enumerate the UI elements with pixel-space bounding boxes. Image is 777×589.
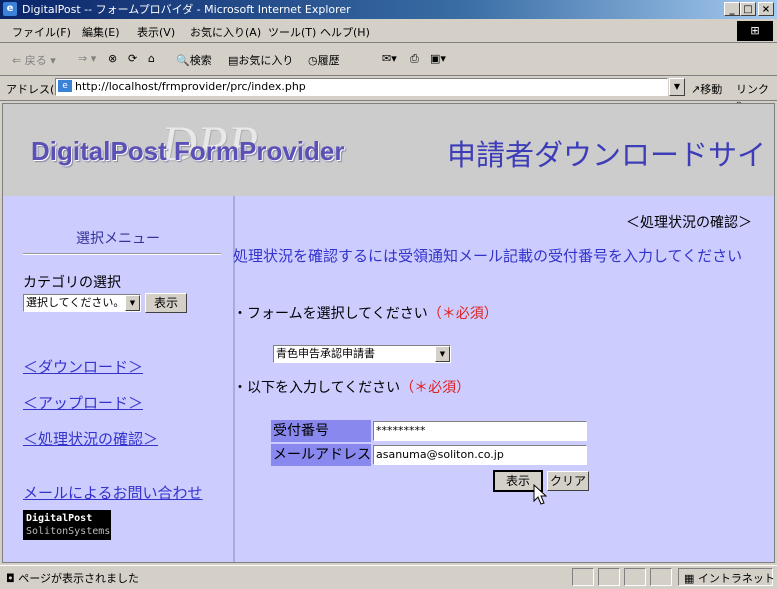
mail-icon[interactable]: ✉▾ bbox=[382, 52, 397, 65]
status-text: ◘ ページが表示されました bbox=[6, 572, 139, 585]
print-icon[interactable]: ⎙ bbox=[410, 52, 419, 66]
refresh-icon[interactable]: ⟳ bbox=[128, 52, 137, 65]
email-input[interactable]: asanuma@soliton.co.jp bbox=[373, 445, 587, 465]
back-button[interactable]: ⇐ 戻る ▾ bbox=[12, 52, 56, 68]
status-panel bbox=[624, 568, 646, 586]
edit-icon[interactable]: ▣▾ bbox=[430, 52, 446, 65]
menu-tools[interactable]: ツール(T) bbox=[268, 24, 316, 40]
status-bar: ◘ ページが表示されました ▦ イントラネット bbox=[0, 565, 777, 589]
intro-text: 処理状況を確認するには受領通知メール記載の受付番号を入力してください bbox=[233, 247, 743, 265]
window-title: DigitalPost -- フォームプロバイダ - Microsoft Int… bbox=[22, 3, 351, 16]
sidebar-divider bbox=[23, 253, 221, 255]
close-button[interactable]: × bbox=[758, 2, 774, 16]
address-dropdown-button[interactable]: ▼ bbox=[669, 78, 685, 96]
history-label: 履歴 bbox=[317, 54, 340, 67]
banner: DPP DigitalPost FormProvider 申請者ダウンロードサイ bbox=[3, 104, 774, 196]
sidebar-item-status[interactable]: ＜処理状況の確認＞ bbox=[23, 428, 158, 449]
email-label: メールアドレス bbox=[271, 444, 371, 466]
clear-button[interactable]: クリア bbox=[547, 471, 589, 491]
category-label: カテゴリの選択 bbox=[23, 275, 121, 291]
chevron-down-icon[interactable]: ▼ bbox=[125, 295, 140, 311]
search-label: 検索 bbox=[189, 54, 212, 67]
sidebar-item-upload[interactable]: ＜アップロード＞ bbox=[23, 392, 143, 413]
status-panel bbox=[572, 568, 594, 586]
search-button[interactable]: 🔍検索 bbox=[176, 52, 212, 68]
go-label: 移動 bbox=[700, 83, 723, 96]
stop-icon[interactable]: ⊗ bbox=[108, 52, 117, 65]
web-page: DPP DigitalPost FormProvider 申請者ダウンロードサイ… bbox=[2, 103, 775, 563]
receipt-number-label: 受付番号 bbox=[271, 420, 371, 442]
browser-window: e DigitalPost -- フォームプロバイダ - Microsoft I… bbox=[0, 0, 777, 589]
required-mark: （＊必須） bbox=[400, 380, 471, 396]
status-message: ページが表示されました bbox=[18, 572, 139, 585]
status-panel bbox=[598, 568, 620, 586]
menu-file[interactable]: ファイル(F) bbox=[12, 24, 71, 40]
form-select[interactable]: 青色申告承認申請書 ▼ bbox=[273, 345, 451, 363]
category-select-value: 選択してください。 bbox=[26, 296, 125, 309]
input-prompt-text: ・以下を入力してください bbox=[233, 380, 401, 396]
form-prompt: ・フォームを選択してください（＊必須） bbox=[233, 303, 498, 323]
menu-view[interactable]: 表示(V) bbox=[137, 24, 175, 40]
minimize-button[interactable]: _ bbox=[724, 2, 740, 16]
toolbar: ⇐ 戻る ▾ ⇒ ▾ ⊗ ⟳ ⌂ 🔍検索 ▤お気に入り ◷履歴 ✉▾ ⎙ ▣▾ bbox=[0, 43, 777, 76]
digitalpost-badge: DigitalPost SolitonSystems bbox=[23, 510, 111, 540]
main-content: ＜処理状況の確認＞ 処理状況を確認するには受領通知メール記載の受付番号を入力して… bbox=[233, 196, 774, 562]
history-button[interactable]: ◷履歴 bbox=[308, 52, 340, 68]
favorites-label: お気に入り bbox=[238, 54, 294, 67]
address-input[interactable]: e http://localhost/frmprovider/prc/index.… bbox=[55, 78, 668, 96]
receipt-number-input[interactable]: ********* bbox=[373, 421, 587, 441]
page-heading: ＜処理状況の確認＞ bbox=[626, 215, 752, 231]
menu-help[interactable]: ヘルプ(H) bbox=[320, 24, 370, 40]
banner-title: 申請者ダウンロードサイ bbox=[447, 138, 767, 172]
chevron-down-icon[interactable]: ▼ bbox=[435, 346, 450, 362]
badge-line-1: DigitalPost bbox=[26, 513, 93, 524]
required-mark: （＊必須） bbox=[427, 306, 498, 322]
favorites-button[interactable]: ▤お気に入り bbox=[228, 52, 293, 68]
status-panel bbox=[650, 568, 672, 586]
go-button[interactable]: ↗移動 bbox=[691, 81, 722, 97]
menu-bar: ファイル(F) 編集(E) 表示(V) お気に入り(A) ツール(T) ヘルプ(… bbox=[0, 20, 777, 43]
zone-indicator: ▦ イントラネット bbox=[684, 572, 775, 585]
category-select[interactable]: 選択してください。 ▼ bbox=[23, 294, 141, 312]
mouse-cursor-icon bbox=[533, 484, 547, 505]
sidebar-item-download[interactable]: ＜ダウンロード＞ bbox=[23, 356, 143, 377]
sidebar-item-contact[interactable]: メールによるお問い合わせ bbox=[23, 482, 203, 503]
zone-label: イントラネット bbox=[697, 572, 775, 585]
form-prompt-text: ・フォームを選択してください bbox=[233, 306, 428, 322]
menu-favorites[interactable]: お気に入り(A) bbox=[190, 24, 261, 40]
category-show-button[interactable]: 表示 bbox=[145, 293, 187, 313]
input-prompt: ・以下を入力してください（＊必須） bbox=[233, 377, 470, 397]
windows-logo-icon: ⊞ bbox=[737, 21, 773, 41]
address-url: http://localhost/frmprovider/prc/index.p… bbox=[75, 80, 306, 93]
form-select-value: 青色申告承認申請書 bbox=[276, 347, 375, 360]
back-label: 戻る bbox=[24, 54, 47, 67]
forward-button[interactable]: ⇒ ▾ bbox=[78, 52, 96, 65]
badge-line-2: SolitonSystems bbox=[26, 526, 111, 537]
site-logo: DigitalPost FormProvider bbox=[31, 136, 345, 166]
ie-logo-icon: e bbox=[3, 2, 17, 16]
page-icon: e bbox=[58, 80, 72, 92]
sidebar-title: 選択メニュー bbox=[76, 231, 160, 247]
title-bar[interactable]: e DigitalPost -- フォームプロバイダ - Microsoft I… bbox=[0, 0, 777, 19]
maximize-button[interactable]: □ bbox=[740, 2, 756, 16]
address-bar: アドレス(D) e http://localhost/frmprovider/pr… bbox=[0, 76, 777, 110]
home-icon[interactable]: ⌂ bbox=[148, 52, 155, 65]
menu-edit[interactable]: 編集(E) bbox=[82, 24, 120, 40]
sidebar: 選択メニュー カテゴリの選択 選択してください。 ▼ 表示 ＜ダウンロード＞ ＜… bbox=[3, 196, 233, 562]
